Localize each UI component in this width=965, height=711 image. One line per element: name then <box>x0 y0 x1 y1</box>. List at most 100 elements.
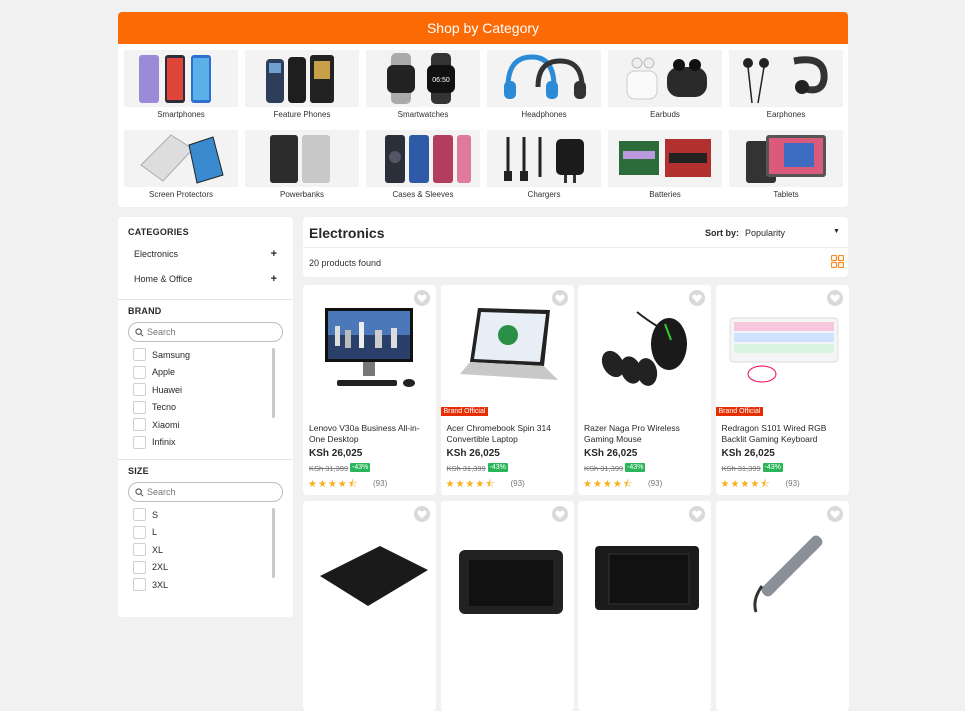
wishlist-heart-icon[interactable] <box>414 290 430 306</box>
product-grid: Lenovo V30a Business All-in-One Desktop … <box>303 285 849 711</box>
checkbox[interactable] <box>133 365 146 379</box>
categories-heading: CATEGORIES <box>128 227 189 237</box>
product-card[interactable] <box>715 501 849 711</box>
search-icon <box>135 487 144 496</box>
product-card[interactable] <box>303 501 436 711</box>
laptop-icon <box>441 295 574 405</box>
wishlist-heart-icon[interactable] <box>826 290 843 306</box>
expand-plus-icon[interactable]: + <box>271 273 277 285</box>
wishlist-heart-icon[interactable] <box>414 506 430 522</box>
size-scrollbar[interactable] <box>272 508 275 578</box>
checkbox[interactable] <box>133 578 146 592</box>
category-tile-label: Headphones <box>521 110 567 119</box>
category-tile-label: Cases & Sleeves <box>392 190 454 199</box>
discount-badge: -43% <box>625 463 646 472</box>
sidebar-category-home-office[interactable]: Home & Office + <box>128 266 283 291</box>
product-name[interactable]: Razer Naga Pro Wireless Gaming Mouse <box>584 423 706 445</box>
size-option-label: XL <box>152 544 164 555</box>
checkbox[interactable] <box>133 400 146 414</box>
category-tile[interactable]: Powerbanks <box>245 130 359 202</box>
discount-badge: -43% <box>762 463 783 472</box>
product-card[interactable] <box>440 501 574 711</box>
product-old-price: KSh 31,399 <box>446 464 486 473</box>
size-option[interactable]: 3XL <box>128 576 283 594</box>
caret-down-icon[interactable]: ▼ <box>833 228 840 235</box>
checkbox[interactable] <box>133 418 146 432</box>
category-tile[interactable]: Batteries <box>608 130 722 202</box>
screen-protector-icon <box>124 130 238 187</box>
size-option[interactable]: L <box>128 524 283 542</box>
product-card[interactable]: Lenovo V30a Business All-in-One Desktop … <box>303 285 436 495</box>
checkbox[interactable] <box>133 348 146 362</box>
brand-option[interactable]: Xiaomi <box>128 416 283 434</box>
page-title: Electronics <box>309 225 385 241</box>
sort-select[interactable]: Popularity <box>745 228 785 238</box>
mousepad-icon <box>303 511 436 621</box>
category-tile[interactable]: Headphones <box>487 50 601 122</box>
checkbox[interactable] <box>133 543 146 557</box>
product-name[interactable]: Redragon S101 Wired RGB Backlit Gaming K… <box>722 423 844 445</box>
product-card[interactable]: Brand Official Acer Chromebook Spin 314 C… <box>440 285 574 495</box>
brand-option[interactable]: Samsung <box>128 346 283 364</box>
product-name[interactable]: Lenovo V30a Business All-in-One Desktop <box>309 423 431 445</box>
brand-option[interactable]: Infinix <box>128 434 283 452</box>
earbuds-icon <box>608 50 722 107</box>
size-search-box[interactable] <box>128 482 283 502</box>
shop-by-category-panel: Shop by Category Smartphones Feature Pho… <box>118 12 848 207</box>
search-icon <box>135 327 144 336</box>
review-count: (93) <box>373 479 388 488</box>
category-tile-label: Batteries <box>649 190 681 199</box>
wishlist-heart-icon[interactable] <box>551 506 568 522</box>
category-tile-label: Chargers <box>527 190 561 199</box>
sidebar-category-electronics[interactable]: Electronics + <box>128 241 283 266</box>
category-tile[interactable]: Tablets <box>729 130 843 202</box>
size-option[interactable]: 2XL <box>128 559 283 577</box>
size-search-input[interactable] <box>147 487 272 497</box>
category-label: Home & Office <box>134 273 193 284</box>
product-card[interactable]: Brand Official Redragon S101 Wired RGB Ba… <box>715 285 849 495</box>
category-tile-label: Smartphones <box>157 110 205 119</box>
product-name[interactable]: Acer Chromebook Spin 314 Convertible Lap… <box>447 423 569 445</box>
brand-official-badge: Brand Official <box>440 407 489 416</box>
category-tile[interactable]: Earbuds <box>608 50 722 122</box>
feature-phone-icon <box>245 50 359 107</box>
brand-option[interactable]: Apple <box>128 364 283 382</box>
checkbox[interactable] <box>133 525 146 539</box>
wishlist-heart-icon[interactable] <box>826 506 843 522</box>
size-option[interactable]: S <box>128 506 283 524</box>
checkbox[interactable] <box>133 560 146 574</box>
review-count: (93) <box>648 479 663 488</box>
category-tile[interactable]: Screen Protectors <box>124 130 238 202</box>
brand-option-label: Samsung <box>152 349 191 360</box>
category-tile[interactable]: Feature Phones <box>245 50 359 122</box>
brand-search-input[interactable] <box>147 327 272 337</box>
category-tile[interactable]: Smartphones <box>124 50 238 122</box>
wishlist-heart-icon[interactable] <box>551 290 568 306</box>
checkbox[interactable] <box>133 508 146 522</box>
product-card[interactable] <box>578 501 711 711</box>
category-tile[interactable]: Cases & Sleeves <box>366 130 480 202</box>
brand-option[interactable]: Huawei <box>128 381 283 399</box>
product-card[interactable]: Razer Naga Pro Wireless Gaming Mouse KSh… <box>578 285 711 495</box>
pen-tablet-icon <box>578 511 711 621</box>
results-header: Electronics Sort by: Popularity ▼ 20 pro… <box>303 217 848 277</box>
checkbox[interactable] <box>133 435 146 449</box>
size-option[interactable]: XL <box>128 541 283 559</box>
category-tile[interactable]: Earphones <box>729 50 843 122</box>
expand-plus-icon[interactable]: + <box>271 248 277 260</box>
wishlist-heart-icon[interactable] <box>689 290 705 306</box>
brand-scrollbar[interactable] <box>272 348 275 418</box>
brand-option-label: Xiaomi <box>152 419 180 430</box>
divider <box>118 299 293 300</box>
category-tile[interactable]: Chargers <box>487 130 601 202</box>
category-tile[interactable]: 06:50 Smartwatches <box>366 50 480 122</box>
grid-view-icon[interactable] <box>831 255 844 268</box>
checkbox[interactable] <box>133 383 146 397</box>
charger-icon <box>487 130 601 187</box>
wishlist-heart-icon[interactable] <box>689 506 705 522</box>
brand-search-box[interactable] <box>128 322 283 342</box>
brand-option[interactable]: Tecno <box>128 399 283 417</box>
smartwatch-icon: 06:50 <box>366 50 480 107</box>
filter-sidebar: CATEGORIES Electronics + Home & Office +… <box>118 217 293 617</box>
product-old-price: KSh 31,399 <box>584 464 624 473</box>
